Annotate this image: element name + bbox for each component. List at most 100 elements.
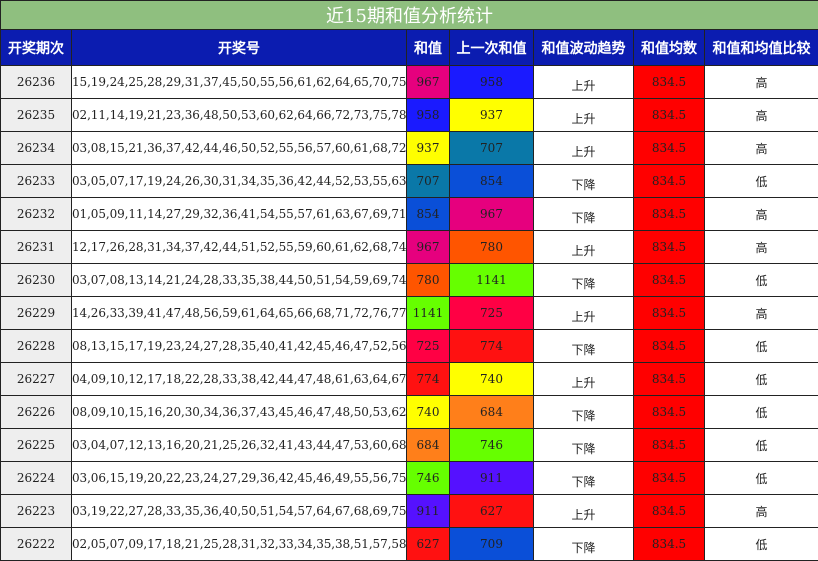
trend-label: 下降 xyxy=(571,211,595,225)
numbers-cell: 02,05,07,09,17,18,21,25,28,31,32,33,34,3… xyxy=(72,528,407,561)
table-row: 2622808,13,15,17,19,23,24,27,28,35,40,41… xyxy=(1,330,818,363)
comparison-cell: 高 xyxy=(705,99,818,132)
trend-cell: 下降 xyxy=(534,330,634,363)
average-cell: 834.5 xyxy=(634,396,705,429)
sum-cell: 958 xyxy=(407,99,450,132)
table-row: 2623003,07,08,13,14,21,24,28,33,35,38,44… xyxy=(1,264,818,297)
sum-cell: 967 xyxy=(407,231,450,264)
table-row: 2623615,19,24,25,28,29,31,37,45,50,55,56… xyxy=(1,66,818,99)
table-row: 2623303,05,07,17,19,24,26,30,31,34,35,36… xyxy=(1,165,818,198)
trend-label: 下降 xyxy=(571,178,595,192)
trend-cell: 上升 xyxy=(534,297,634,330)
trend-cell: 上升 xyxy=(534,495,634,528)
average-cell: 834.5 xyxy=(634,264,705,297)
header-period: 开奖期次 xyxy=(1,30,72,66)
table-row: 2622914,26,33,39,41,47,48,56,59,61,64,65… xyxy=(1,297,818,330)
sum-cell: 707 xyxy=(407,165,450,198)
prev-sum-cell: 854 xyxy=(450,165,534,198)
average-cell: 834.5 xyxy=(634,132,705,165)
prev-sum-cell: 627 xyxy=(450,495,534,528)
prev-sum-cell: 967 xyxy=(450,198,534,231)
table-row: 2623502,11,14,19,21,23,36,48,50,53,60,62… xyxy=(1,99,818,132)
sum-cell: 1141 xyxy=(407,297,450,330)
comparison-cell: 高 xyxy=(705,231,818,264)
period-cell: 26227 xyxy=(1,363,72,396)
prev-sum-cell: 709 xyxy=(450,528,534,561)
table-title: 近15期和值分析统计 xyxy=(1,1,818,30)
sum-cell: 684 xyxy=(407,429,450,462)
header-comparison: 和值和均值比较 xyxy=(705,30,818,66)
period-cell: 26232 xyxy=(1,198,72,231)
trend-cell: 下降 xyxy=(534,264,634,297)
prev-sum-cell: 937 xyxy=(450,99,534,132)
numbers-cell: 03,07,08,13,14,21,24,28,33,35,38,44,50,5… xyxy=(72,264,407,297)
trend-cell: 下降 xyxy=(534,462,634,495)
comparison-cell: 低 xyxy=(705,165,818,198)
comparison-cell: 高 xyxy=(705,297,818,330)
prev-sum-cell: 780 xyxy=(450,231,534,264)
sum-cell: 937 xyxy=(407,132,450,165)
comparison-cell: 低 xyxy=(705,330,818,363)
comparison-cell: 高 xyxy=(705,495,818,528)
header-sum: 和值 xyxy=(407,30,450,66)
prev-sum-cell: 774 xyxy=(450,330,534,363)
numbers-cell: 03,19,22,27,28,33,35,36,40,50,51,54,57,6… xyxy=(72,495,407,528)
table-row: 2622608,09,10,15,16,20,30,34,36,37,43,45… xyxy=(1,396,818,429)
table-row: 2622403,06,15,19,20,22,23,24,27,29,36,42… xyxy=(1,462,818,495)
average-cell: 834.5 xyxy=(634,165,705,198)
period-cell: 26224 xyxy=(1,462,72,495)
numbers-cell: 02,11,14,19,21,23,36,48,50,53,60,62,64,6… xyxy=(72,99,407,132)
sum-cell: 967 xyxy=(407,66,450,99)
period-cell: 26231 xyxy=(1,231,72,264)
prev-sum-cell: 740 xyxy=(450,363,534,396)
prev-sum-cell: 911 xyxy=(450,462,534,495)
trend-cell: 下降 xyxy=(534,528,634,561)
sum-cell: 740 xyxy=(407,396,450,429)
trend-cell: 下降 xyxy=(534,165,634,198)
sum-cell: 774 xyxy=(407,363,450,396)
trend-label: 上升 xyxy=(571,310,595,324)
period-cell: 26228 xyxy=(1,330,72,363)
average-cell: 834.5 xyxy=(634,495,705,528)
numbers-cell: 01,05,09,11,14,27,29,32,36,41,54,55,57,6… xyxy=(72,198,407,231)
trend-cell: 上升 xyxy=(534,363,634,396)
trend-label: 上升 xyxy=(571,79,595,93)
comparison-cell: 低 xyxy=(705,462,818,495)
numbers-cell: 03,06,15,19,20,22,23,24,27,29,36,42,45,4… xyxy=(72,462,407,495)
period-cell: 26230 xyxy=(1,264,72,297)
prev-sum-cell: 725 xyxy=(450,297,534,330)
numbers-cell: 08,09,10,15,16,20,30,34,36,37,43,45,46,4… xyxy=(72,396,407,429)
numbers-cell: 03,08,15,21,36,37,42,44,46,50,52,55,56,5… xyxy=(72,132,407,165)
table-row: 2623112,17,26,28,31,34,37,42,44,51,52,55… xyxy=(1,231,818,264)
comparison-cell: 低 xyxy=(705,528,818,561)
header-trend: 和值波动趋势 xyxy=(534,30,634,66)
sum-cell: 780 xyxy=(407,264,450,297)
trend-label: 下降 xyxy=(571,277,595,291)
comparison-cell: 低 xyxy=(705,396,818,429)
trend-label: 下降 xyxy=(571,409,595,423)
trend-label: 上升 xyxy=(571,508,595,522)
average-cell: 834.5 xyxy=(634,297,705,330)
numbers-cell: 14,26,33,39,41,47,48,56,59,61,64,65,66,6… xyxy=(72,297,407,330)
numbers-cell: 03,04,07,12,13,16,20,21,25,26,32,41,43,4… xyxy=(72,429,407,462)
numbers-cell: 03,05,07,17,19,24,26,30,31,34,35,36,42,4… xyxy=(72,165,407,198)
header-numbers: 开奖号 xyxy=(72,30,407,66)
sum-cell: 746 xyxy=(407,462,450,495)
header-average: 和值均数 xyxy=(634,30,705,66)
trend-label: 下降 xyxy=(571,541,595,555)
average-cell: 834.5 xyxy=(634,198,705,231)
trend-cell: 上升 xyxy=(534,231,634,264)
comparison-cell: 高 xyxy=(705,198,818,231)
period-cell: 26229 xyxy=(1,297,72,330)
prev-sum-cell: 707 xyxy=(450,132,534,165)
header-prev-sum: 上一次和值 xyxy=(450,30,534,66)
trend-cell: 下降 xyxy=(534,198,634,231)
numbers-cell: 15,19,24,25,28,29,31,37,45,50,55,56,61,6… xyxy=(72,66,407,99)
trend-cell: 下降 xyxy=(534,429,634,462)
period-cell: 26222 xyxy=(1,528,72,561)
average-cell: 834.5 xyxy=(634,429,705,462)
comparison-cell: 高 xyxy=(705,66,818,99)
comparison-cell: 低 xyxy=(705,264,818,297)
header-row: 开奖期次 开奖号 和值 上一次和值 和值波动趋势 和值均数 和值和均值比较 xyxy=(1,30,818,66)
trend-cell: 上升 xyxy=(534,66,634,99)
